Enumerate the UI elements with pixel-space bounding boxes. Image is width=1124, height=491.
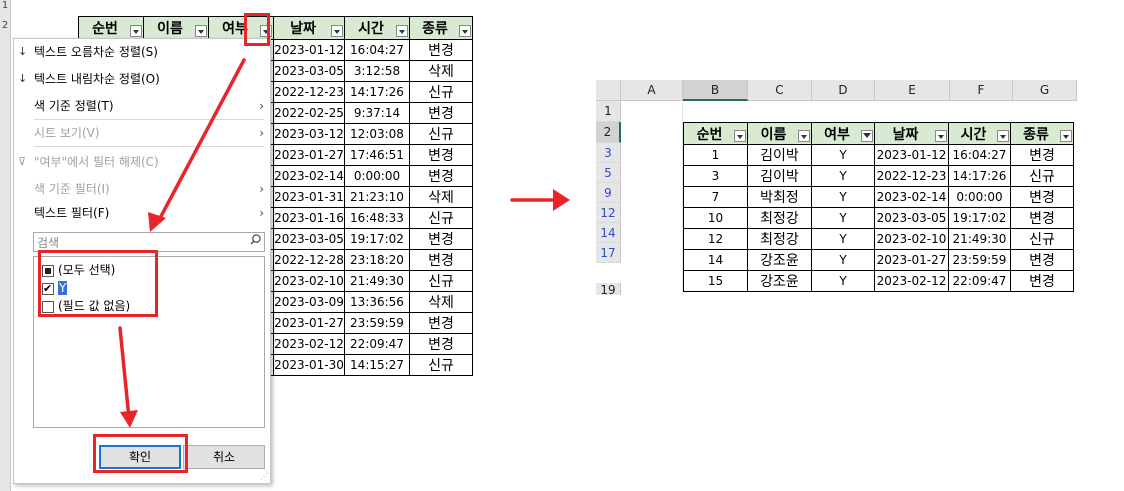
filter-dropdown-button[interactable]: [935, 130, 947, 142]
header-cell[interactable]: 여부: [811, 122, 875, 145]
table-cell[interactable]: 김이박: [747, 144, 812, 166]
table-cell[interactable]: 19:17:02: [948, 207, 1011, 229]
right-filtered-table: 순번 이름 여부 날짜 시간 종류 1 김이박 Y 2023-01-12 16:04:2…: [683, 122, 1074, 292]
table-cell[interactable]: Y: [811, 165, 875, 187]
column-header[interactable]: G: [1013, 80, 1077, 101]
row-header[interactable]: 12: [596, 203, 621, 223]
table-row: 7 박최정 Y 2023-02-14 0:00:00 변경: [683, 186, 1074, 208]
table-cell[interactable]: Y: [811, 270, 875, 292]
table-row: 15 강조윤 Y 2023-02-12 22:09:47 변경: [683, 270, 1074, 292]
table-cell[interactable]: 22:09:47: [948, 270, 1011, 292]
table-cell[interactable]: 23:59:59: [948, 249, 1011, 271]
table-cell[interactable]: 신규: [1010, 228, 1074, 250]
table-cell[interactable]: 김이박: [747, 165, 812, 187]
table-cell[interactable]: 15: [683, 270, 748, 292]
header-cell[interactable]: 종류: [1010, 122, 1074, 145]
table-cell[interactable]: 14:17:26: [948, 165, 1011, 187]
row-header[interactable]: 9: [596, 183, 621, 203]
table-cell[interactable]: 변경: [1010, 270, 1074, 292]
table-cell[interactable]: 신규: [1010, 165, 1074, 187]
column-header[interactable]: A: [621, 80, 683, 101]
table-cell[interactable]: 강조윤: [747, 270, 812, 292]
filter-applied-icon[interactable]: [861, 130, 873, 142]
header-cell[interactable]: 이름: [747, 122, 812, 145]
table-row: 3 김이박 Y 2022-12-23 14:17:26 신규: [683, 165, 1074, 187]
table-cell[interactable]: 2023-02-12: [874, 270, 949, 292]
table-cell[interactable]: 21:49:30: [948, 228, 1011, 250]
table-cell[interactable]: 변경: [1010, 207, 1074, 229]
table-cell[interactable]: Y: [811, 207, 875, 229]
filter-dropdown-button[interactable]: [734, 130, 746, 142]
arrow-to-ok: [118, 326, 131, 420]
table-cell[interactable]: 16:04:27: [948, 144, 1011, 166]
table-cell[interactable]: 2023-03-05: [874, 207, 949, 229]
row-header[interactable]: 2: [596, 122, 621, 143]
table-cell[interactable]: Y: [811, 144, 875, 166]
table-cell[interactable]: 변경: [1010, 186, 1074, 208]
row-header[interactable]: 3: [596, 143, 621, 163]
table-cell[interactable]: 12: [683, 228, 748, 250]
select-all-corner[interactable]: [596, 80, 621, 101]
column-header[interactable]: F: [950, 80, 1013, 101]
table-cell[interactable]: 7: [683, 186, 748, 208]
row-header[interactable]: 17: [596, 243, 621, 263]
table-cell[interactable]: 0:00:00: [948, 186, 1011, 208]
filter-dropdown-button[interactable]: [798, 130, 810, 142]
filter-dropdown-button[interactable]: [997, 130, 1009, 142]
table-cell[interactable]: 최정강: [747, 228, 812, 250]
table-cell[interactable]: Y: [811, 228, 875, 250]
header-cell[interactable]: 순번: [683, 122, 748, 145]
table-cell[interactable]: 최정강: [747, 207, 812, 229]
table-cell[interactable]: 3: [683, 165, 748, 187]
arrow-to-checklist: [156, 58, 246, 224]
row-header[interactable]: 1: [596, 101, 621, 122]
table-cell[interactable]: 강조윤: [747, 249, 812, 271]
header-cell[interactable]: 날짜: [874, 122, 949, 145]
column-header[interactable]: D: [812, 80, 875, 101]
header-cell[interactable]: 시간: [948, 122, 1011, 145]
table-cell[interactable]: 2023-01-12: [874, 144, 949, 166]
table-row: 1 김이박 Y 2023-01-12 16:04:27 변경: [683, 144, 1074, 166]
row-header[interactable]: 14: [596, 223, 621, 243]
table-cell[interactable]: 2023-02-14: [874, 186, 949, 208]
column-header[interactable]: C: [748, 80, 812, 101]
table-row: 14 강조윤 Y 2023-01-27 23:59:59 변경: [683, 249, 1074, 271]
row-header[interactable]: 5: [596, 163, 621, 183]
table-cell[interactable]: 변경: [1010, 249, 1074, 271]
table-cell[interactable]: Y: [811, 186, 875, 208]
row-header[interactable]: 19: [596, 283, 621, 295]
table-row: 10 최정강 Y 2023-03-05 19:17:02 변경: [683, 207, 1074, 229]
table-cell[interactable]: 1: [683, 144, 748, 166]
table-cell[interactable]: 10: [683, 207, 748, 229]
column-header[interactable]: B: [683, 80, 748, 101]
right-excel-view: A B C D E F G 1 2 3 5 9 12 14 17 19 순번 이…: [596, 80, 1086, 295]
filter-dropdown-button[interactable]: [1060, 130, 1072, 142]
column-header[interactable]: E: [875, 80, 950, 101]
table-cell[interactable]: 2023-01-27: [874, 249, 949, 271]
table-row: 12 최정강 Y 2023-02-10 21:49:30 신규: [683, 228, 1074, 250]
table-cell[interactable]: 변경: [1010, 144, 1074, 166]
table-cell[interactable]: 박최정: [747, 186, 812, 208]
table-cell[interactable]: 2023-02-10: [874, 228, 949, 250]
table-cell[interactable]: 14: [683, 249, 748, 271]
table-cell[interactable]: 2022-12-23: [874, 165, 949, 187]
table-cell[interactable]: Y: [811, 249, 875, 271]
